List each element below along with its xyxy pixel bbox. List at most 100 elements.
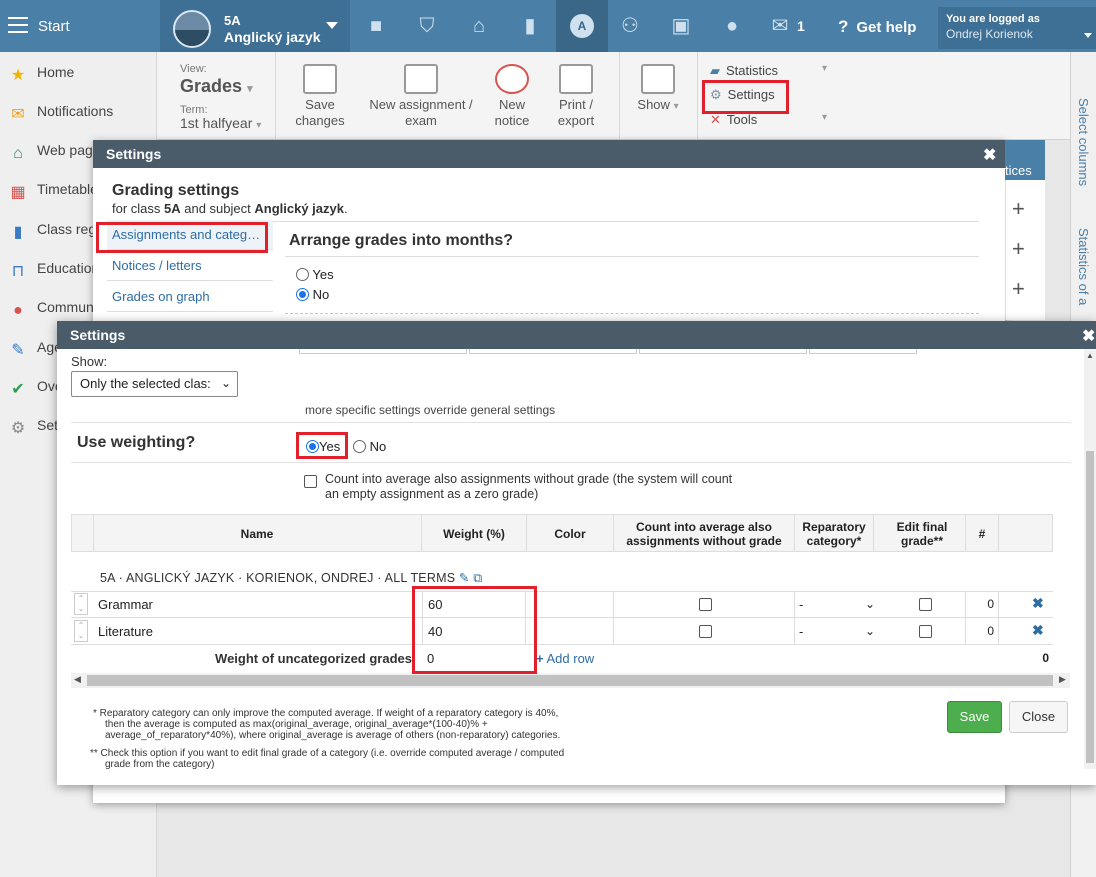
- drag-handle-icon[interactable]: ⌃ ⌄: [74, 593, 88, 615]
- nav-grades-on-graph[interactable]: Grades on graph: [107, 282, 273, 312]
- arrange-no-radio[interactable]: No: [296, 287, 329, 302]
- house-icon: ⌂: [13, 145, 23, 162]
- close-button[interactable]: Close: [1009, 701, 1068, 733]
- printer-icon: [559, 64, 593, 94]
- weighting-no-radio[interactable]: No: [353, 439, 386, 454]
- get-help-label: Get help: [856, 19, 917, 36]
- briefcase-icon[interactable]: ■: [364, 14, 388, 38]
- sidebar-item-settings[interactable]: ⚙ Set: [8, 417, 58, 439]
- bar-chart-icon[interactable]: ▮: [518, 14, 542, 38]
- scroll-right-icon[interactable]: ▶: [1059, 674, 1066, 685]
- nav-notices-letters[interactable]: Notices / letters: [107, 251, 273, 281]
- new-notice-button[interactable]: New notice: [483, 64, 541, 129]
- sidebar-item-label: Timetable: [37, 181, 98, 197]
- edit-final-checkbox[interactable]: [919, 625, 932, 641]
- scrollbar-thumb[interactable]: [87, 675, 1053, 686]
- sidebar-item-class-register[interactable]: ▮ Class reg: [8, 221, 97, 243]
- scroll-left-icon[interactable]: ◀: [74, 674, 81, 685]
- term-value: 1st halfyear: [180, 115, 253, 131]
- scrollbar-thumb[interactable]: [1086, 451, 1094, 763]
- sidebar-item-communication[interactable]: ● Commun: [8, 299, 94, 321]
- envelope-icon[interactable]: ✉: [768, 14, 792, 38]
- group-title: 5A · ANGLICKÝ JAZYK · KORIENOK, ONDREJ ·…: [100, 571, 483, 585]
- walking-icon[interactable]: ⚇: [618, 14, 642, 38]
- grades-nav-active[interactable]: A: [556, 0, 608, 52]
- highlight-box: [702, 80, 789, 114]
- col-divider: [613, 618, 614, 645]
- new-notice-label: New notice: [494, 97, 530, 128]
- term-select[interactable]: 1st halfyear ▾: [180, 115, 261, 131]
- edit-final-checkbox[interactable]: [919, 598, 932, 614]
- show-select[interactable]: Only the selected clas:: [71, 371, 238, 397]
- tools-icon: ✕: [710, 112, 721, 127]
- sidebar-item-agenda[interactable]: ✎ Age: [8, 339, 62, 361]
- residual-box: [299, 349, 467, 354]
- statistics-menu[interactable]: ▰ Statistics: [710, 63, 778, 79]
- logged-as-label: You are logged as: [946, 13, 1040, 25]
- chevron-down-icon: ▾: [256, 120, 262, 131]
- pin-icon: [495, 64, 529, 94]
- plus-icon[interactable]: +: [1012, 276, 1025, 302]
- plus-icon[interactable]: +: [1012, 196, 1025, 222]
- shield-icon[interactable]: ⛉: [415, 14, 439, 38]
- chart-icon: ▰: [710, 63, 720, 78]
- add-row-button[interactable]: + Add row: [536, 651, 594, 666]
- sidebar-item-notifications[interactable]: ✉ Notifications: [8, 103, 113, 125]
- print-export-label: Print / export: [557, 97, 595, 128]
- scroll-up-icon[interactable]: ▲: [1086, 351, 1094, 360]
- delete-row-icon[interactable]: ✖: [1032, 622, 1044, 639]
- print-export-button[interactable]: Print / export: [545, 64, 607, 129]
- count-empty-checkbox[interactable]: [304, 475, 317, 491]
- new-assignment-button[interactable]: New assignment / exam: [365, 64, 477, 129]
- drag-handle-icon[interactable]: ⌃ ⌄: [74, 620, 88, 642]
- class-avatar: [173, 10, 211, 48]
- presentation-icon[interactable]: ▣: [669, 14, 693, 38]
- highlight-box: [296, 432, 348, 459]
- highlight-box: [96, 222, 268, 253]
- reparatory-select[interactable]: - ⌄: [799, 597, 875, 612]
- chat-icon[interactable]: ●: [720, 14, 744, 38]
- footnote-edit-final: ** Check this option if you want to edit…: [90, 748, 565, 770]
- close-icon[interactable]: ✖: [1082, 326, 1095, 346]
- use-weighting-label: Use weighting?: [77, 434, 196, 451]
- user-menu[interactable]: You are logged as Ondrej Korienok: [938, 7, 1096, 49]
- menu-icon[interactable]: [8, 17, 28, 33]
- divider: [71, 462, 1071, 463]
- pen-icon: ✎: [11, 342, 25, 359]
- divider: [285, 313, 979, 314]
- background-header-label: tices: [1005, 163, 1032, 178]
- save-button[interactable]: Save: [947, 701, 1002, 733]
- plus-icon[interactable]: +: [1012, 236, 1025, 262]
- col-weight: Weight (%): [443, 527, 505, 541]
- count-empty-checkbox[interactable]: [699, 625, 712, 641]
- arrange-yes-radio[interactable]: Yes: [296, 267, 334, 282]
- delete-row-icon[interactable]: ✖: [1032, 595, 1044, 612]
- class-selector[interactable]: 5A Anglický jazyk: [160, 0, 350, 52]
- messages-count[interactable]: 1: [797, 18, 805, 34]
- row-name[interactable]: Grammar: [98, 597, 153, 612]
- reparatory-select[interactable]: - ⌄: [799, 624, 875, 639]
- get-help-button[interactable]: ? Get help: [838, 17, 916, 37]
- view-select[interactable]: Grades ▾: [180, 76, 253, 97]
- divider: [619, 52, 620, 140]
- count-empty-checkbox[interactable]: [699, 598, 712, 614]
- sidebar-item-label: Education: [37, 260, 100, 276]
- show-button[interactable]: Show ▾: [627, 64, 689, 115]
- close-icon[interactable]: ✖: [983, 145, 996, 165]
- sidebar-item-overview[interactable]: ✔ Ove: [8, 378, 62, 400]
- institution-icon[interactable]: ⌂: [467, 14, 491, 38]
- user-name: Ondrej Korienok: [946, 27, 1033, 41]
- statistics-tab[interactable]: Statistics of a: [1076, 228, 1091, 305]
- sidebar-item-timetable[interactable]: ▦ Timetable: [8, 181, 98, 203]
- sidebar-item-home[interactable]: ★ Home: [8, 64, 75, 86]
- sidebar-item-education[interactable]: ⊓ Education: [8, 260, 100, 282]
- save-changes-button[interactable]: Save changes: [283, 64, 357, 129]
- select-columns-tab[interactable]: Select columns: [1076, 98, 1091, 186]
- sidebar-item-web-page[interactable]: ⌂ Web page: [8, 142, 100, 164]
- row-name[interactable]: Literature: [98, 624, 153, 639]
- pencil-icon[interactable]: ✎: [459, 571, 470, 585]
- show-label: Show:: [71, 354, 108, 369]
- start-link[interactable]: Start: [38, 18, 70, 35]
- tools-menu[interactable]: ✕ Tools: [710, 112, 757, 128]
- copy-icon[interactable]: ⧉: [473, 571, 482, 585]
